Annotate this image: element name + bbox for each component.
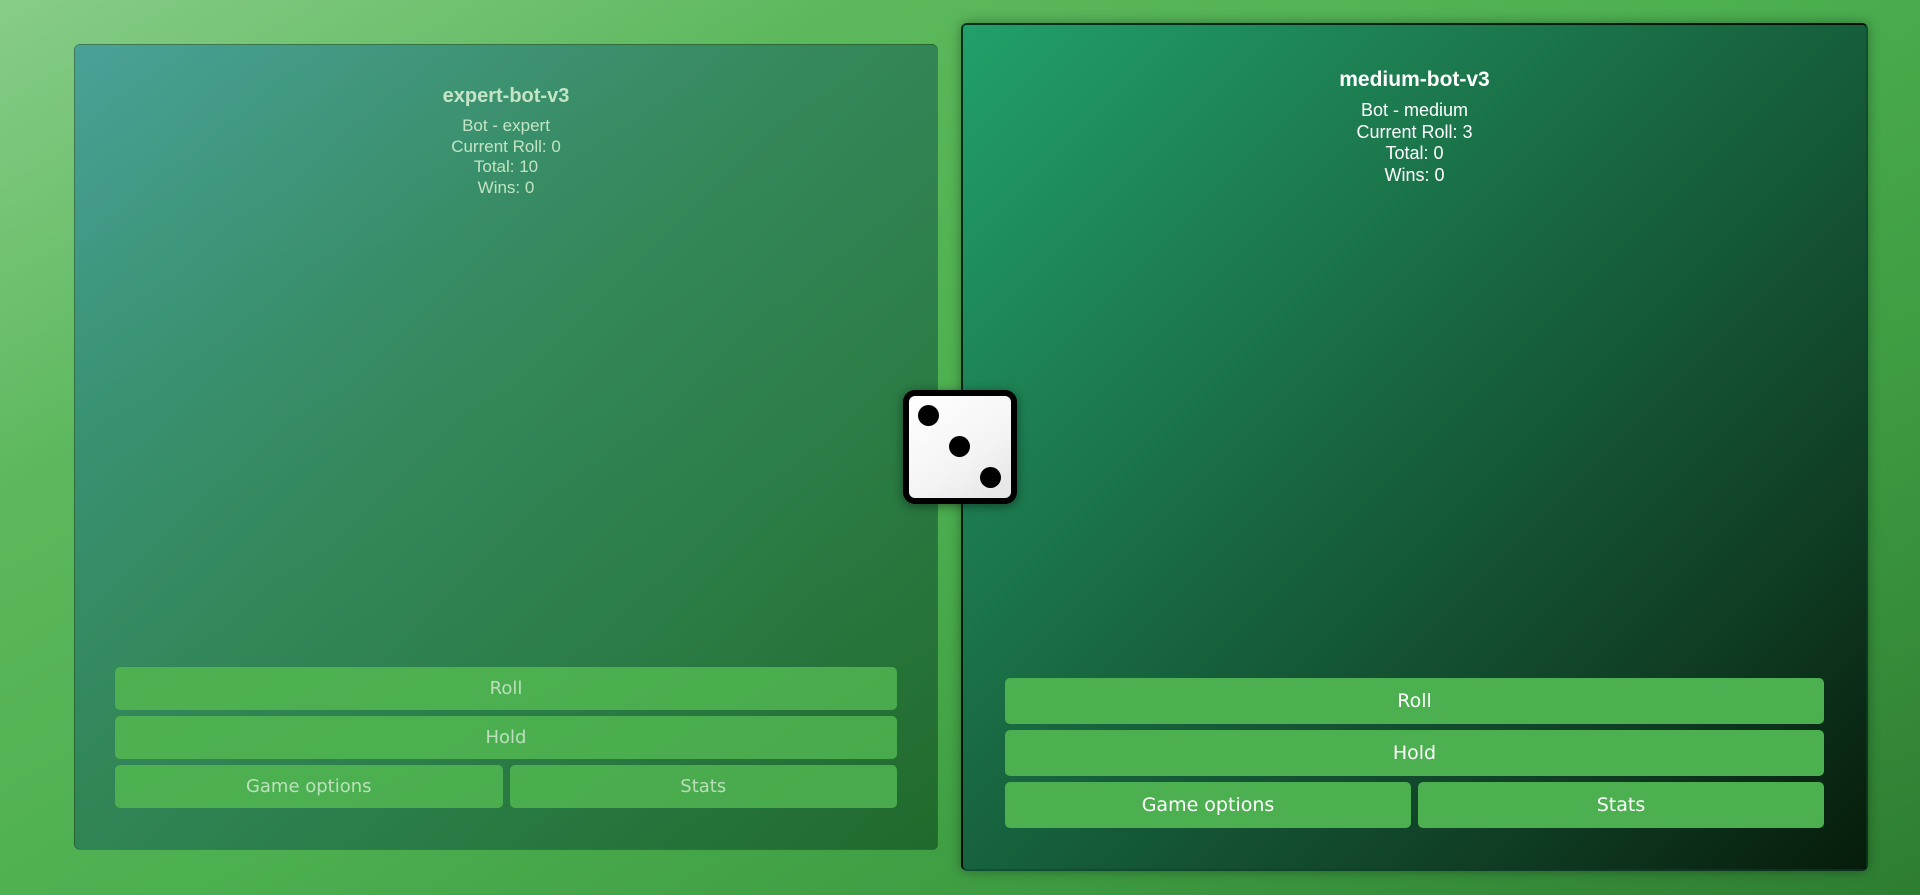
die-face-3-icon (903, 390, 1017, 504)
secondary-buttons-row: Game options Stats (1005, 782, 1824, 828)
player-info: expert-bot-v3 Bot - expert Current Roll:… (75, 85, 937, 198)
secondary-buttons-row: Game options Stats (115, 765, 897, 808)
die-pip (980, 467, 1001, 488)
player-info: medium-bot-v3 Bot - medium Current Roll:… (963, 68, 1866, 186)
total-score: Total: 0 (1385, 143, 1444, 163)
current-roll: Current Roll: 0 (451, 136, 561, 156)
wins-count: Wins: 0 (1384, 164, 1445, 185)
die-pip (918, 405, 939, 426)
roll-button[interactable]: Roll (115, 667, 897, 710)
player-panel-medium-bot: medium-bot-v3 Bot - medium Current Roll:… (961, 23, 1868, 871)
player-type: Bot - medium (1360, 100, 1469, 120)
game-options-button[interactable]: Game options (1005, 782, 1411, 828)
hold-button[interactable]: Hold (1005, 730, 1824, 776)
player-controls: Roll Hold Game options Stats (1005, 678, 1824, 828)
current-roll: Current Roll: 3 (1356, 121, 1473, 142)
stats-button[interactable]: Stats (1418, 782, 1824, 828)
player-type: Bot - expert (462, 116, 550, 135)
player-name: expert-bot-v3 (442, 85, 570, 107)
player-controls: Roll Hold Game options Stats (115, 667, 897, 808)
player-panel-expert-bot: expert-bot-v3 Bot - expert Current Roll:… (74, 44, 938, 850)
wins-count: Wins: 0 (477, 177, 535, 197)
player-name: medium-bot-v3 (1339, 68, 1490, 91)
hold-button[interactable]: Hold (115, 716, 897, 759)
roll-button[interactable]: Roll (1005, 678, 1824, 724)
stats-button[interactable]: Stats (509, 765, 897, 808)
die-pip (949, 436, 970, 457)
game-options-button[interactable]: Game options (115, 765, 503, 808)
total-score: Total: 10 (473, 157, 539, 176)
